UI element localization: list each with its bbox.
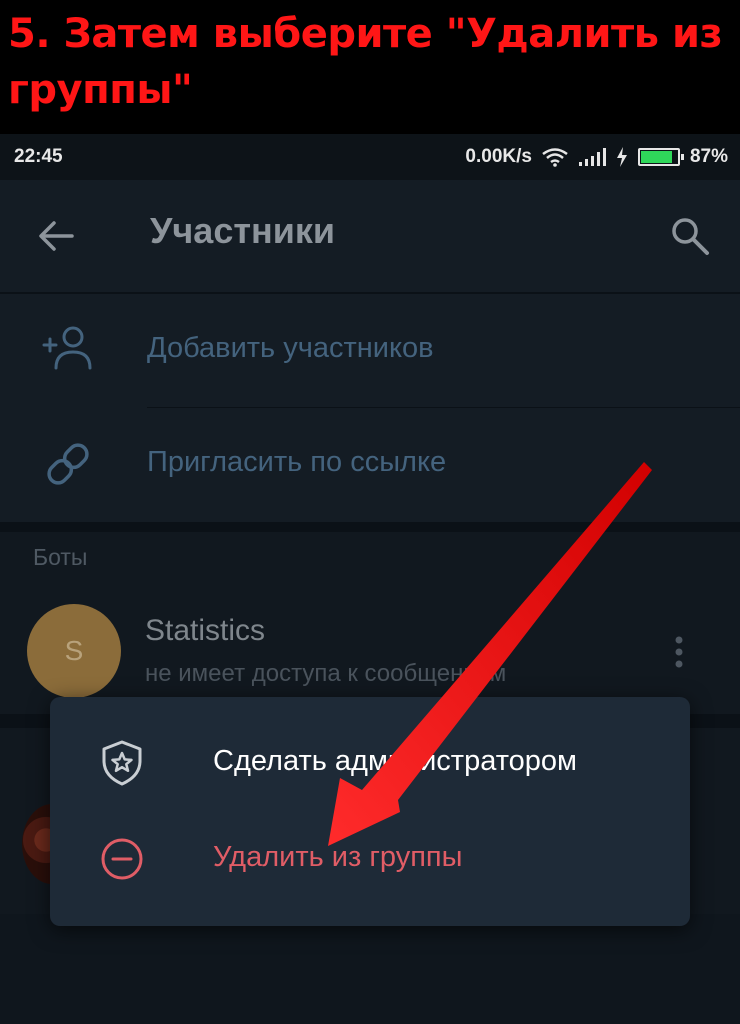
network-speed: 0.00K/s: [465, 146, 532, 167]
more-vertical-icon[interactable]: [668, 634, 690, 674]
make-admin-label: Сделать администратором: [213, 745, 577, 777]
member-name[interactable]: Statistics: [145, 614, 265, 648]
bots-header: Боты: [33, 544, 88, 570]
app-bar: Участники: [0, 180, 740, 292]
battery-level: [640, 151, 673, 163]
status-time: 22:45: [14, 146, 63, 167]
invite-link-label: Пригласить по ссылке: [147, 446, 447, 478]
avatar[interactable]: S: [27, 604, 121, 698]
minus-circle-icon: [101, 838, 143, 880]
phone-screen: 22:45 0.00K/s 87% Участники Добавить уча…: [0, 134, 740, 1024]
add-members-row[interactable]: Добавить участников: [0, 294, 740, 408]
caption-text: 5. Затем выберите "Удалить из группы": [8, 11, 723, 113]
context-menu: Сделать администратором Удалить из групп…: [50, 697, 690, 926]
remove-from-group-label: Удалить из группы: [213, 841, 463, 873]
add-members-label: Добавить участников: [147, 332, 434, 364]
invite-link-row[interactable]: Пригласить по ссылке: [0, 408, 740, 522]
instruction-caption: 5. Затем выберите "Удалить из группы": [0, 0, 740, 134]
actions-section: Добавить участников Пригласить по ссылке: [0, 294, 740, 522]
status-icons: 0.00K/s 87%: [465, 146, 728, 168]
arrow-left-icon[interactable]: [36, 216, 76, 256]
wifi-icon: [542, 148, 568, 167]
battery-icon: [637, 148, 684, 166]
member-status: не имеет доступа к сообщениям: [145, 660, 507, 687]
section-gap: [0, 522, 740, 532]
battery-percent: 87%: [689, 146, 728, 167]
make-admin-item[interactable]: Сделать администратором: [50, 715, 690, 811]
link-icon: [47, 443, 89, 485]
charging-icon: [616, 147, 627, 167]
avatar-letter: S: [64, 635, 84, 666]
signal-icon: [578, 148, 606, 166]
search-icon[interactable]: [668, 214, 712, 258]
shield-star-icon: [102, 740, 142, 786]
add-user-icon: [42, 326, 92, 370]
remove-from-group-item[interactable]: Удалить из группы: [50, 811, 690, 907]
status-bar: 22:45 0.00K/s 87%: [0, 134, 740, 180]
page-title: Участники: [150, 210, 335, 251]
